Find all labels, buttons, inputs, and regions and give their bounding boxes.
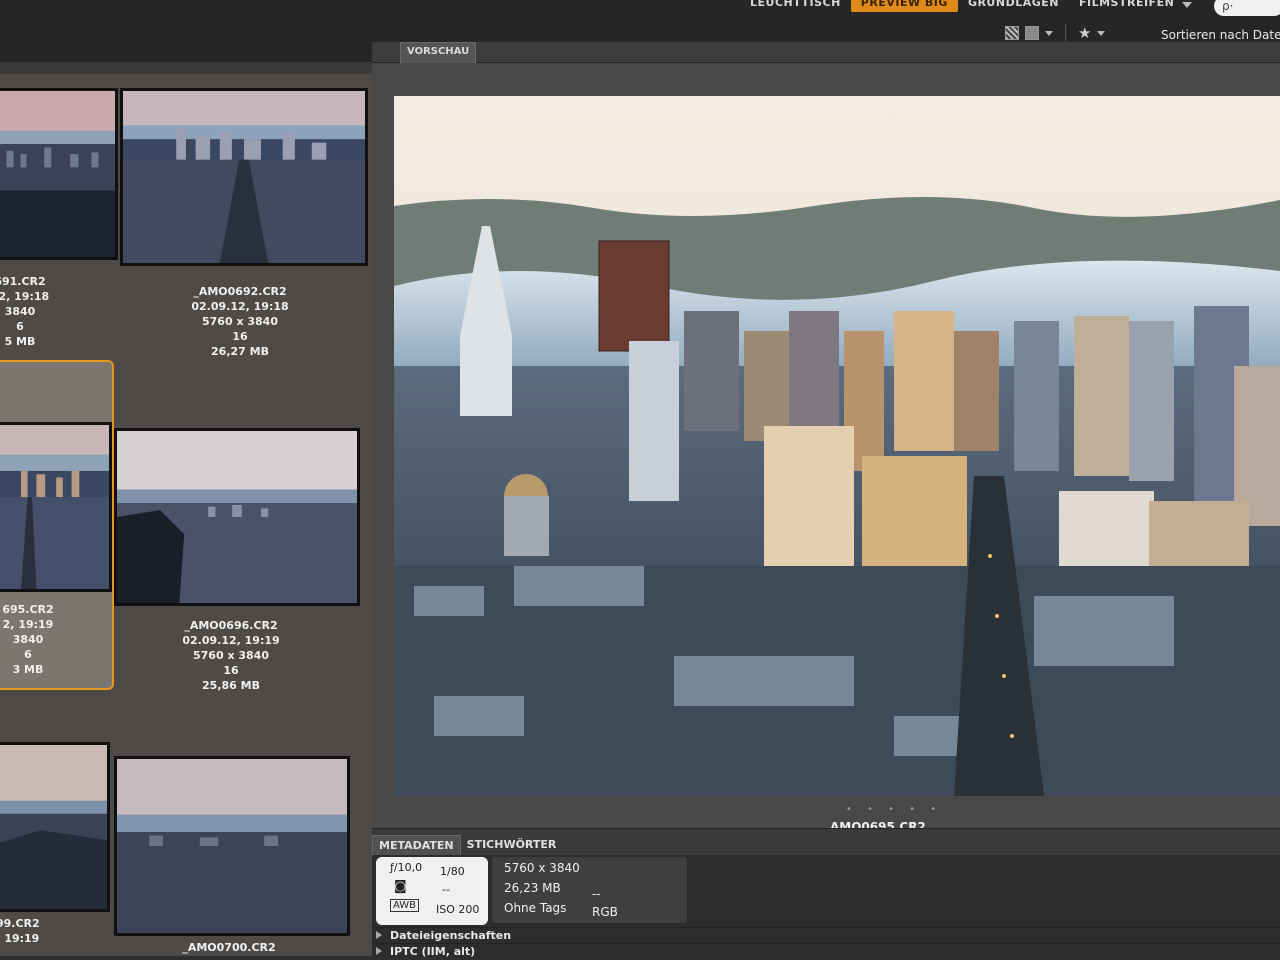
thumbnail-date: 2, 19:19 xyxy=(2,618,54,631)
thumbnail-channels: 6 xyxy=(24,648,32,661)
thumbnail-caption: _AMO0692.CR2 02.09.12, 19:18 5760 x 3840… xyxy=(175,284,305,359)
thumbnail-cell[interactable]: 699.CR2 2, 19:19 xyxy=(0,742,112,956)
thumbnail-image xyxy=(114,756,350,936)
thumbnail-filename: _AMO0692.CR2 xyxy=(193,285,287,298)
preview-page-dots: • • • • • xyxy=(846,804,943,815)
thumbnail-filename: 695.CR2 xyxy=(2,603,54,616)
file-size: 26,23 MB xyxy=(504,881,561,895)
city-skyline-photo xyxy=(394,96,1280,796)
workspace-tab-grundlagen[interactable]: GRUNDLAGEN xyxy=(958,0,1069,12)
panel-header xyxy=(0,62,390,74)
thumbnail-date: 02.09.12, 19:18 xyxy=(191,300,289,313)
chevron-down-icon[interactable] xyxy=(1045,30,1053,36)
tags-value: Ohne Tags xyxy=(504,901,567,915)
section-iptc[interactable]: IPTC (IIM, alt) xyxy=(372,943,1280,960)
thumbnail-quality-icon[interactable] xyxy=(1025,26,1039,40)
search-input[interactable]: ρ· xyxy=(1214,0,1280,16)
thumbnail-filename: _AMO0696.CR2 xyxy=(184,619,278,632)
metadata-tabs: METADATEN STICHWÖRTER xyxy=(372,835,562,855)
thumbnail-dimensions: 3840 xyxy=(12,633,44,646)
shutter-value: 1/80 xyxy=(440,865,465,878)
color-mode: RGB xyxy=(592,905,618,919)
thumbnail-image xyxy=(114,428,360,606)
disclosure-triangle-icon xyxy=(376,947,382,955)
view-tools: ★ xyxy=(1005,24,1106,42)
thumbnail-channels: 6 xyxy=(16,320,24,333)
star-filter-icon[interactable]: ★ xyxy=(1078,25,1091,41)
white-balance-badge: AWB xyxy=(390,899,420,912)
metering-mode-icon: ◙ xyxy=(394,879,407,894)
thumbnail-image xyxy=(0,88,118,260)
thumbnail-filename: _AMO0700.CR2 xyxy=(182,941,276,954)
thumbnail-caption: _AMO0696.CR2 02.09.12, 19:19 5760 x 3840… xyxy=(166,618,296,693)
chevron-down-icon[interactable] xyxy=(1097,30,1106,36)
thumbnail-channels: 16 xyxy=(223,664,239,677)
tab-vorschau[interactable]: VORSCHAU xyxy=(400,42,477,63)
thumbnail-date: 12, 19:18 xyxy=(0,290,50,303)
preview-image[interactable] xyxy=(394,96,1280,796)
chevron-down-icon[interactable] xyxy=(1182,2,1193,8)
thumbnail-size: 5 MB xyxy=(4,335,36,348)
thumbnail-dimensions: 5760 x 3840 xyxy=(202,315,278,328)
thumbnail-image xyxy=(120,88,368,266)
thumbnail-cell[interactable]: 691.CR2 12, 19:18 3840 6 5 MB xyxy=(0,88,120,348)
image-dimensions: 5760 x 3840 xyxy=(504,861,580,875)
metering-value: -- xyxy=(442,883,450,896)
thumbnail-filename: 699.CR2 xyxy=(0,917,40,930)
thumbnail-filename: 691.CR2 xyxy=(0,275,46,288)
thumbnail-cell[interactable]: _AMO0696.CR2 02.09.12, 19:19 5760 x 3840… xyxy=(114,428,364,698)
metadata-body: ƒ/10,0 1/80 ◙ -- AWB ISO 200 5760 x 3840… xyxy=(372,855,1280,960)
content-panel: ≡ 691.CR2 12, 19:18 3840 6 5 MB xyxy=(0,62,390,956)
workspace-tab-filmstreifen[interactable]: FILMSTREIFEN xyxy=(1069,0,1184,12)
thumbnail-caption: 695.CR2 2, 19:19 3840 6 3 MB xyxy=(0,602,78,677)
thumbnail-date: 02.09.12, 19:19 xyxy=(182,634,280,647)
preview-panel-header: VORSCHAU xyxy=(372,42,1280,63)
toolbar-divider xyxy=(1065,24,1066,42)
thumbnail-channels: 16 xyxy=(232,330,248,343)
tab-stichwoerter[interactable]: STICHWÖRTER xyxy=(461,835,563,855)
preview-panel: VORSCHAU • • • • • _AMO0695.CR2 xyxy=(372,42,1280,834)
iso-value: ISO 200 xyxy=(436,903,480,916)
section-label: IPTC (IIM, alt) xyxy=(390,945,476,958)
thumbnail-cell-selected[interactable]: 695.CR2 2, 19:19 3840 6 3 MB xyxy=(0,360,114,690)
thumbnail-image xyxy=(0,742,110,912)
thumbnail-size: 3 MB xyxy=(12,663,44,676)
workspace-switcher: LEUCHTTISCH PREVIEW BIG GRUNDLAGEN FILMS… xyxy=(740,0,1193,14)
thumbnail-size: 26,27 MB xyxy=(211,345,269,358)
file-info-box: 5760 x 3840 26,23 MB -- Ohne Tags RGB xyxy=(492,857,687,923)
sort-dropdown[interactable]: Sortieren nach Date xyxy=(1161,28,1280,42)
section-dateieigenschaften[interactable]: Dateieigenschaften xyxy=(372,927,1280,944)
thumbnail-caption: _AMO0700.CR2 xyxy=(164,940,294,955)
tab-metadaten[interactable]: METADATEN xyxy=(372,835,461,855)
thumbnail-dimensions: 3840 xyxy=(4,305,36,318)
workspace-tab-preview-big[interactable]: PREVIEW BIG xyxy=(850,0,958,12)
thumbnail-cell[interactable]: _AMO0692.CR2 02.09.12, 19:18 5760 x 3840… xyxy=(120,88,370,358)
grid-view-icon[interactable] xyxy=(1005,26,1019,40)
thumbnail-dimensions: 5760 x 3840 xyxy=(193,649,269,662)
aperture-value: ƒ/10,0 xyxy=(390,861,423,874)
thumbnail-size: 25,86 MB xyxy=(202,679,260,692)
thumbnail-caption: 691.CR2 12, 19:18 3840 6 5 MB xyxy=(0,274,70,349)
disclosure-triangle-icon xyxy=(376,931,382,939)
thumbnail-image xyxy=(0,422,112,592)
dash-value: -- xyxy=(592,887,601,901)
section-label: Dateieigenschaften xyxy=(390,929,512,942)
thumbnail-date: 2, 19:19 xyxy=(0,932,40,945)
thumbnail-caption: 699.CR2 2, 19:19 xyxy=(0,916,64,946)
workspace-tab-leuchttisch[interactable]: LEUCHTTISCH xyxy=(740,0,851,12)
thumbnail-cell[interactable]: _AMO0700.CR2 xyxy=(114,756,354,956)
metadata-panel: METADATEN STICHWÖRTER ƒ/10,0 1/80 ◙ -- A… xyxy=(372,828,1280,960)
camera-data-box: ƒ/10,0 1/80 ◙ -- AWB ISO 200 xyxy=(376,857,488,925)
